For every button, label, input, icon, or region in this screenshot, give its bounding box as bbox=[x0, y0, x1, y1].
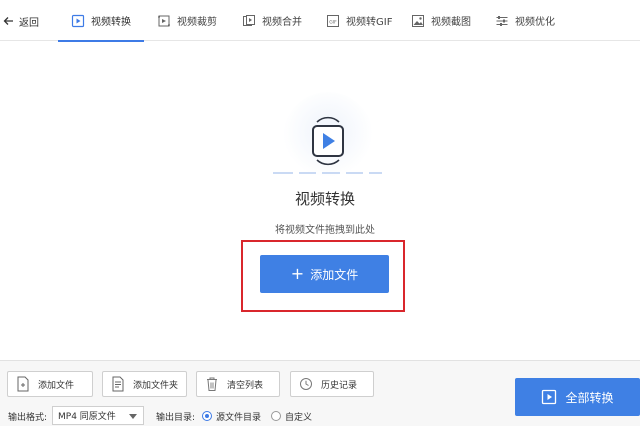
radio-source-dir[interactable]: 源文件目录 bbox=[202, 408, 261, 424]
sliders-icon bbox=[496, 15, 508, 26]
history-label: 历史记录 bbox=[321, 380, 358, 391]
output-format-value: MP4 同原文件 bbox=[58, 412, 116, 422]
tab-video-crop[interactable]: 视频裁剪 bbox=[157, 0, 217, 41]
back-button[interactable]: 返回 bbox=[2, 12, 39, 30]
tab-label: 视频转换 bbox=[91, 17, 131, 28]
tab-video-screenshot[interactable]: 视频截图 bbox=[411, 0, 471, 41]
add-file-label: 添加文件 bbox=[38, 380, 75, 391]
radio-checked-icon bbox=[202, 411, 212, 421]
radio-custom-dir[interactable]: 自定义 bbox=[271, 408, 312, 424]
convert-all-button[interactable]: 全部转换 bbox=[515, 378, 640, 416]
radio-unchecked-icon bbox=[271, 411, 281, 421]
output-format-select[interactable]: MP4 同原文件 bbox=[52, 406, 144, 425]
add-file-label: 添加文件 bbox=[310, 267, 359, 282]
page-title: 视频转换 bbox=[294, 190, 355, 208]
tab-video-merge[interactable]: 视频合并 bbox=[242, 0, 302, 41]
tab-label: 视频截图 bbox=[431, 17, 471, 28]
tab-video-convert[interactable]: 视频转换 bbox=[58, 0, 144, 42]
chevron-down-icon bbox=[129, 414, 137, 419]
add-file-icon bbox=[17, 376, 29, 392]
add-folder-label: 添加文件夹 bbox=[133, 380, 179, 391]
trash-icon bbox=[207, 377, 217, 391]
video-crop-icon bbox=[158, 15, 170, 26]
add-file-button[interactable]: + 添加文件 bbox=[260, 255, 389, 293]
clear-list-label: 清空列表 bbox=[227, 380, 264, 391]
top-nav: 返回 视频转换 视频裁剪 视频合并 GIF 视频转GIF 视频截图 视频优化 bbox=[0, 0, 640, 42]
tab-video-optimize[interactable]: 视频优化 bbox=[495, 0, 555, 41]
radio-label: 源文件目录 bbox=[216, 412, 262, 423]
gif-icon: GIF bbox=[327, 14, 339, 27]
history-button[interactable]: 历史记录 bbox=[290, 371, 374, 397]
video-merge-icon bbox=[243, 14, 255, 26]
play-icon bbox=[542, 389, 557, 405]
plus-icon: + bbox=[290, 264, 305, 283]
output-dir-label: 输出目录: bbox=[156, 412, 196, 423]
video-convert-icon bbox=[71, 14, 85, 27]
toolbar-add-file-button[interactable]: 添加文件 bbox=[7, 371, 93, 397]
add-folder-icon bbox=[112, 376, 124, 392]
tab-video-to-gif[interactable]: GIF 视频转GIF bbox=[326, 0, 392, 41]
radio-label: 自定义 bbox=[285, 412, 313, 423]
output-format-label: 输出格式: bbox=[8, 412, 48, 423]
video-convert-illustration-icon bbox=[273, 92, 382, 182]
clock-icon bbox=[300, 378, 312, 390]
tab-label: 视频合并 bbox=[262, 17, 302, 28]
video-converter-app: 返回 视频转换 视频裁剪 视频合并 GIF 视频转GIF 视频截图 视频优化 视… bbox=[0, 0, 640, 426]
screenshot-icon bbox=[412, 14, 424, 27]
svg-text:GIF: GIF bbox=[329, 19, 337, 25]
drop-hint: 将视频文件拖拽到此处 bbox=[275, 225, 375, 236]
add-folder-button[interactable]: 添加文件夹 bbox=[102, 371, 187, 397]
arrow-left-icon bbox=[3, 17, 13, 25]
tab-label: 视频优化 bbox=[515, 17, 555, 28]
clear-list-button[interactable]: 清空列表 bbox=[196, 371, 280, 397]
tab-label: 视频转GIF bbox=[346, 17, 393, 28]
back-label: 返回 bbox=[19, 17, 39, 29]
convert-all-label: 全部转换 bbox=[565, 390, 614, 405]
tab-label: 视频裁剪 bbox=[177, 17, 217, 28]
